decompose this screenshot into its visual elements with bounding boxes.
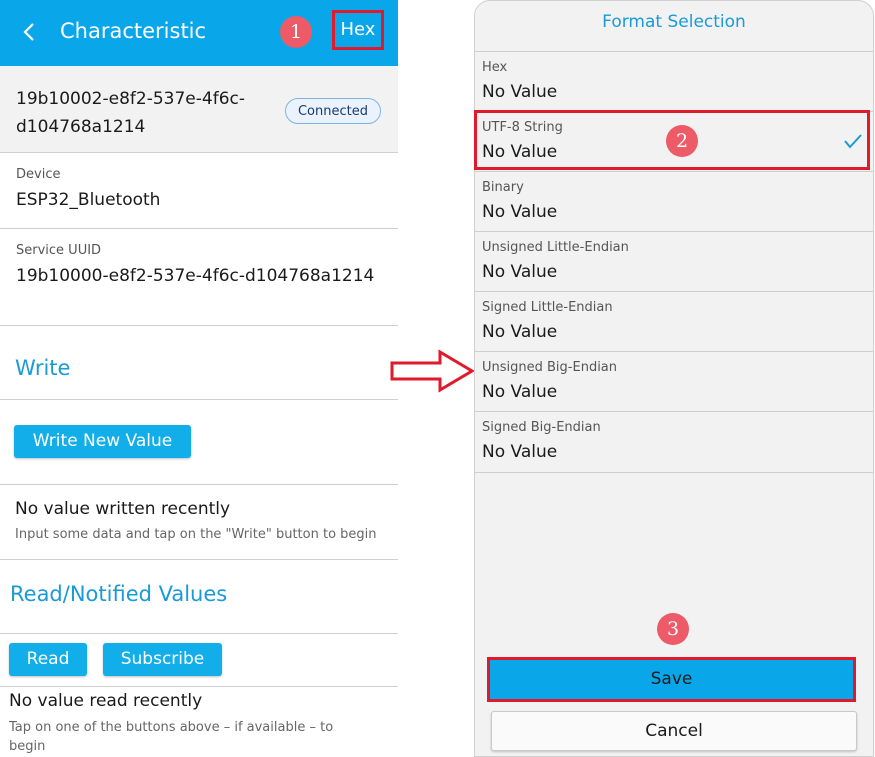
read-hint-text: Tap on one of the buttons above – if ava…	[9, 720, 334, 754]
sheet-title: Format Selection	[602, 12, 746, 32]
divider	[0, 633, 398, 634]
divider	[0, 228, 398, 229]
format-hex-button[interactable]: Hex	[332, 10, 384, 50]
callout-3: 3	[657, 613, 689, 645]
format-option-hex[interactable]: Hex No Value	[475, 51, 873, 112]
read-section-title: Read/Notified Values	[10, 582, 228, 606]
device-value: ESP32_Bluetooth	[16, 190, 161, 210]
divider	[0, 559, 398, 560]
write-status-text: No value written recently	[15, 499, 231, 519]
divider	[0, 484, 398, 485]
subscribe-button[interactable]: Subscribe	[103, 643, 222, 676]
divider	[0, 686, 398, 687]
format-option-label: Hex	[482, 60, 508, 75]
format-option-label: Signed Little-Endian	[482, 300, 613, 315]
format-option-label: Binary	[482, 180, 524, 195]
page-title: Characteristic	[60, 19, 207, 43]
divider	[0, 399, 398, 400]
format-option-label: Unsigned Big-Endian	[482, 360, 618, 375]
write-section-title: Write	[15, 356, 71, 380]
format-option-signed-little-endian[interactable]: Signed Little-Endian No Value	[475, 291, 873, 352]
callout-2: 2	[666, 125, 698, 157]
format-option-unsigned-big-endian[interactable]: Unsigned Big-Endian No Value	[475, 351, 873, 412]
write-hint-text: Input some data and tap on the "Write" b…	[15, 527, 377, 542]
service-uuid-value: 19b10000-e8f2-537e-4f6c-d104768a1214	[16, 266, 375, 286]
device-label: Device	[16, 167, 61, 182]
back-chevron-icon[interactable]	[20, 18, 40, 46]
format-option-value: No Value	[482, 202, 558, 222]
right-arrow-icon	[388, 348, 478, 394]
service-uuid-label: Service UUID	[16, 243, 102, 258]
characteristic-uuid: 19b10002-e8f2-537e-4f6c-d104768a1214	[16, 89, 245, 137]
format-option-value: No Value	[482, 322, 558, 342]
status-badge: Connected	[285, 98, 381, 124]
format-option-value: No Value	[482, 382, 558, 402]
format-option-label: Unsigned Little-Endian	[482, 240, 629, 255]
format-option-binary[interactable]: Binary No Value	[475, 171, 873, 232]
divider	[0, 325, 398, 326]
cancel-button[interactable]: Cancel	[491, 711, 857, 751]
write-new-value-button[interactable]: Write New Value	[14, 425, 191, 458]
format-option-value: No Value	[482, 262, 558, 282]
format-option-label: Signed Big-Endian	[482, 420, 601, 435]
format-option-value: No Value	[482, 442, 558, 462]
save-button[interactable]: Save	[487, 657, 856, 702]
format-option-signed-big-endian[interactable]: Signed Big-Endian No Value	[475, 411, 873, 473]
read-button[interactable]: Read	[9, 643, 87, 676]
format-option-unsigned-little-endian[interactable]: Unsigned Little-Endian No Value	[475, 231, 873, 292]
read-status-text: No value read recently	[9, 691, 203, 711]
callout-1: 1	[280, 16, 312, 48]
format-option-value: No Value	[482, 82, 558, 102]
